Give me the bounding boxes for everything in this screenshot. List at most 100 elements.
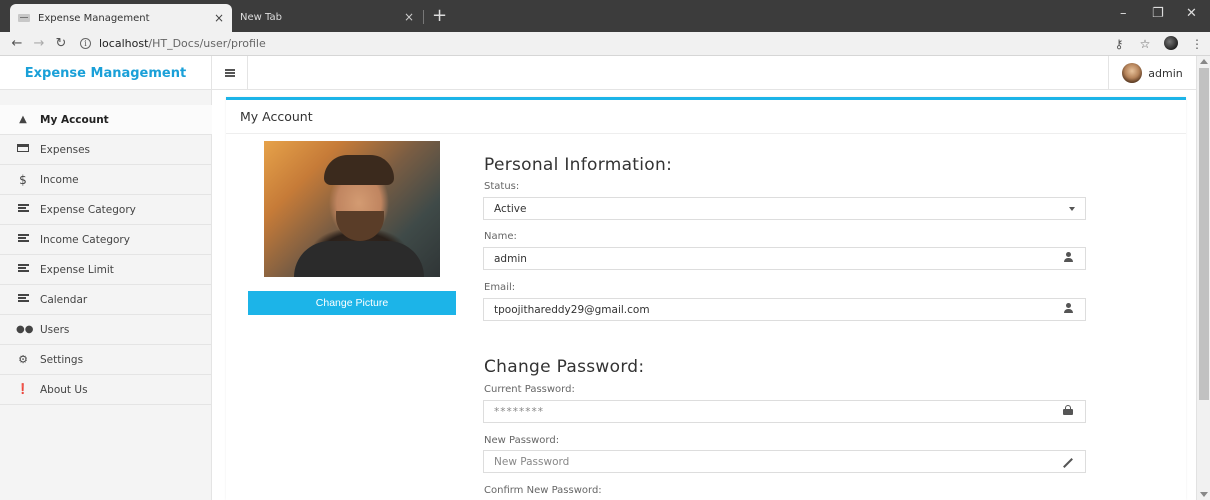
tab-separator bbox=[423, 10, 424, 24]
user-menu[interactable]: admin bbox=[1108, 56, 1196, 90]
status-value: Active bbox=[494, 202, 527, 215]
brand-text-second: Management bbox=[90, 65, 187, 81]
avatar bbox=[1122, 63, 1143, 83]
user-icon bbox=[1061, 303, 1075, 316]
favicon-icon bbox=[18, 14, 30, 22]
email-label: Email: bbox=[484, 282, 516, 293]
chevron-down-icon bbox=[1069, 206, 1075, 211]
sidebar-item-label: My Account bbox=[40, 113, 109, 126]
hamburger-menu-button[interactable] bbox=[212, 56, 248, 90]
change-picture-button[interactable]: Change Picture bbox=[248, 291, 456, 315]
new-tab-button[interactable]: + bbox=[432, 5, 447, 26]
sidebar-item-label: About Us bbox=[40, 383, 88, 396]
sidebar-item-users[interactable]: ●● Users bbox=[0, 315, 212, 345]
tab-close-icon[interactable]: × bbox=[214, 11, 224, 25]
name-label: Name: bbox=[484, 231, 517, 242]
account-card: My Account Change Picture Personal Infor… bbox=[226, 97, 1186, 500]
hamburger-icon bbox=[224, 69, 235, 77]
user-icon: ▲ bbox=[19, 114, 27, 125]
extension-icon[interactable] bbox=[1158, 35, 1184, 53]
url-field[interactable]: i localhost/HT_Docs/user/profile bbox=[80, 37, 266, 50]
current-password-value: ******** bbox=[494, 405, 544, 418]
sidebar-item-label: Calendar bbox=[40, 293, 88, 306]
tab-title: Expense Management bbox=[38, 12, 150, 24]
scroll-down-icon[interactable] bbox=[1200, 492, 1208, 497]
back-arrow-icon[interactable]: ← bbox=[6, 36, 28, 51]
credit-card-icon bbox=[16, 144, 30, 155]
scroll-thumb[interactable] bbox=[1199, 68, 1209, 400]
current-password-label: Current Password: bbox=[484, 384, 575, 395]
sidebar-item-expense-category[interactable]: Expense Category bbox=[0, 195, 212, 225]
new-password-field[interactable]: New Password bbox=[483, 450, 1086, 473]
sidebar-item-label: Income bbox=[40, 173, 79, 186]
sidebar-item-settings[interactable]: ⚙ Settings bbox=[0, 345, 212, 375]
sidebar-item-label: Settings bbox=[40, 353, 84, 366]
email-value: tpoojithareddy29@gmail.com bbox=[494, 303, 650, 316]
sidebar-item-calendar[interactable]: Calendar bbox=[0, 285, 212, 315]
name-field[interactable]: admin bbox=[483, 247, 1086, 270]
browser-tab-new[interactable]: New Tab × bbox=[232, 4, 422, 30]
sidebar: ▲ My Account Expenses $ Income Expense C… bbox=[0, 90, 212, 500]
pencil-icon bbox=[1061, 456, 1075, 468]
sidebar-item-about-us[interactable]: ❗ About Us bbox=[0, 375, 212, 405]
email-field[interactable]: tpoojithareddy29@gmail.com bbox=[483, 298, 1086, 321]
browser-tab-bar: Expense Management × New Tab × + – ❐ ✕ bbox=[0, 0, 1210, 32]
tab-title: New Tab bbox=[240, 11, 282, 23]
change-password-heading: Change Password: bbox=[484, 357, 645, 377]
photo-beard bbox=[336, 211, 384, 241]
info-icon: ❗ bbox=[16, 384, 30, 395]
sidebar-item-label: Expense Limit bbox=[40, 263, 114, 276]
sidebar-item-income-category[interactable]: Income Category bbox=[0, 225, 212, 255]
app-header: Expense Management admin bbox=[0, 56, 1196, 90]
list-icon bbox=[16, 294, 30, 305]
lock-icon bbox=[1061, 405, 1075, 418]
close-window-button[interactable]: ✕ bbox=[1186, 6, 1197, 21]
new-password-placeholder: New Password bbox=[494, 455, 570, 468]
photo-shoulders bbox=[294, 241, 424, 277]
name-value: admin bbox=[494, 252, 527, 265]
sidebar-item-label: Income Category bbox=[40, 233, 130, 246]
users-icon: ●● bbox=[16, 324, 34, 335]
reload-icon[interactable]: ↻ bbox=[50, 36, 72, 51]
user-icon bbox=[1061, 252, 1075, 265]
minimize-button[interactable]: – bbox=[1120, 6, 1127, 21]
forward-arrow-icon[interactable]: → bbox=[28, 36, 50, 51]
status-label: Status: bbox=[484, 181, 520, 192]
personal-info-heading: Personal Information: bbox=[484, 155, 673, 175]
tab-close-icon[interactable]: × bbox=[404, 10, 414, 24]
menu-dots-icon[interactable]: ⋮ bbox=[1184, 37, 1210, 51]
address-bar: ← → ↻ i localhost/HT_Docs/user/profile ⚷… bbox=[0, 32, 1210, 56]
site-info-icon[interactable]: i bbox=[80, 38, 91, 49]
profile-photo bbox=[264, 141, 440, 277]
page-title: My Account bbox=[226, 100, 1186, 134]
sidebar-item-label: Expense Category bbox=[40, 203, 136, 216]
url-host: localhost bbox=[99, 37, 149, 50]
sidebar-item-expenses[interactable]: Expenses bbox=[0, 135, 212, 165]
confirm-password-label: Confirm New Password: bbox=[484, 485, 602, 496]
gears-icon: ⚙ bbox=[18, 353, 28, 366]
sidebar-item-label: Expenses bbox=[40, 143, 91, 156]
status-select[interactable]: Active bbox=[483, 197, 1086, 220]
toolbar-right: ⚷ ☆ ⋮ bbox=[1106, 32, 1210, 56]
sidebar-item-label: Users bbox=[40, 323, 70, 336]
brand-text-first: Expense bbox=[24, 65, 86, 81]
url-path: /HT_Docs/user/profile bbox=[148, 37, 266, 50]
page-scrollbar[interactable] bbox=[1196, 56, 1210, 500]
list-icon bbox=[16, 234, 30, 245]
sidebar-item-income[interactable]: $ Income bbox=[0, 165, 212, 195]
brand-logo[interactable]: Expense Management bbox=[0, 56, 212, 90]
star-icon[interactable]: ☆ bbox=[1132, 37, 1158, 51]
list-icon bbox=[16, 204, 30, 215]
scroll-up-icon[interactable] bbox=[1200, 59, 1208, 64]
current-password-field[interactable]: ******** bbox=[483, 400, 1086, 423]
sidebar-item-my-account[interactable]: ▲ My Account bbox=[0, 105, 212, 135]
new-password-label: New Password: bbox=[484, 435, 560, 446]
dollar-icon: $ bbox=[19, 172, 27, 187]
restore-button[interactable]: ❐ bbox=[1152, 6, 1164, 21]
key-icon[interactable]: ⚷ bbox=[1106, 37, 1132, 51]
photo-hair bbox=[324, 155, 394, 185]
browser-tab-active[interactable]: Expense Management × bbox=[10, 4, 232, 32]
sidebar-item-expense-limit[interactable]: Expense Limit bbox=[0, 255, 212, 285]
user-name: admin bbox=[1148, 66, 1183, 80]
list-icon bbox=[16, 264, 30, 275]
